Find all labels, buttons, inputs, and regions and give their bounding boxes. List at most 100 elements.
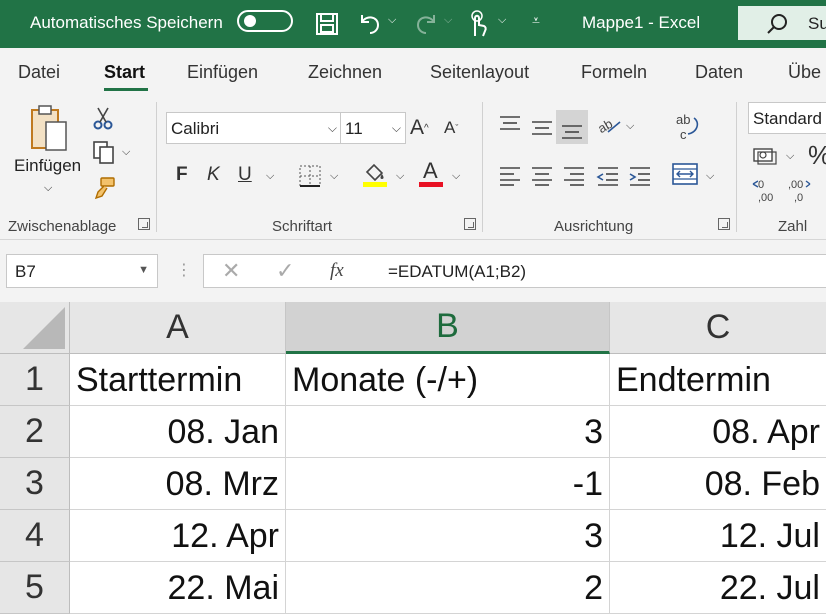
wrap-text-icon[interactable]: abc <box>674 112 700 142</box>
underline-dropdown-icon[interactable]: ⌵ <box>266 170 274 183</box>
orientation-icon[interactable]: ab <box>596 114 622 136</box>
paste-dropdown-icon: ⌵ <box>44 182 53 194</box>
grow-font-icon[interactable]: A ^ <box>410 116 429 140</box>
cell-a1[interactable]: Starttermin <box>70 354 286 406</box>
accounting-dropdown-icon[interactable]: ⌵ <box>786 150 794 163</box>
document-title: Mappe1 - Excel <box>582 13 701 32</box>
cell-a3[interactable]: 08. Mrz <box>70 458 286 510</box>
svg-text:ab: ab <box>596 116 615 136</box>
search-box[interactable]: Su <box>738 6 826 40</box>
tab-zeichnen[interactable]: Zeichnen <box>308 62 382 83</box>
svg-text:ab: ab <box>676 112 690 127</box>
undo-dropdown-icon[interactable]: ⌵ <box>388 14 396 27</box>
increase-decimal-icon[interactable]: 0,00 <box>752 178 778 204</box>
merge-dropdown-icon[interactable]: ⌵ <box>706 170 714 183</box>
tab-ueberpruefen[interactable]: Übe <box>788 62 821 83</box>
format-painter-icon[interactable] <box>92 176 116 200</box>
fill-color-button[interactable] <box>362 162 388 190</box>
align-left-icon[interactable] <box>498 166 522 186</box>
underline-button[interactable]: U <box>238 164 252 186</box>
autosave-toggle[interactable] <box>237 10 293 32</box>
number-format-dropdown[interactable]: Standard <box>748 102 826 134</box>
cancel-icon: ✕ <box>222 258 241 283</box>
tab-start[interactable]: Start <box>104 62 145 83</box>
column-header-a[interactable]: A <box>70 302 286 354</box>
tab-formeln[interactable]: Formeln <box>581 62 647 83</box>
font-name-dropdown[interactable]: Calibri ⌵ <box>166 112 342 144</box>
font-color-button[interactable]: A <box>418 158 444 190</box>
worksheet-grid[interactable]: A B C 1 Starttermin Monate (-/+) Endterm… <box>0 302 826 614</box>
italic-button[interactable]: K <box>207 164 220 186</box>
row-header[interactable]: 5 <box>0 562 70 614</box>
decrease-indent-icon[interactable] <box>596 166 620 186</box>
cell-c1[interactable]: Endtermin <box>610 354 826 406</box>
align-middle-icon[interactable] <box>530 118 554 138</box>
select-all-button[interactable] <box>0 302 70 354</box>
cell-c3[interactable]: 08. Feb <box>610 458 826 510</box>
accounting-format-icon[interactable] <box>752 146 778 166</box>
chevron-down-icon: ⌵ <box>391 121 401 135</box>
align-right-icon[interactable] <box>562 166 586 186</box>
cell-a5[interactable]: 22. Mai <box>70 562 286 614</box>
cell-a4[interactable]: 12. Apr <box>70 510 286 562</box>
font-dialog-launcher[interactable] <box>464 218 476 230</box>
merge-center-icon[interactable] <box>672 162 698 186</box>
cut-icon[interactable] <box>92 106 114 130</box>
column-header-b[interactable]: B <box>286 302 610 354</box>
copy-dropdown-icon[interactable]: ⌵ <box>122 146 130 159</box>
font-size-dropdown[interactable]: 11 ⌵ <box>340 112 406 144</box>
alignment-dialog-launcher[interactable] <box>718 218 730 230</box>
percent-style-button[interactable]: % <box>808 140 826 171</box>
ribbon-tabs: Datei Start Einfügen Zeichnen Seitenlayo… <box>0 48 826 96</box>
tab-einfuegen[interactable]: Einfügen <box>187 62 258 83</box>
copy-icon[interactable] <box>92 140 116 164</box>
touch-dropdown-icon[interactable]: ⌵ <box>498 14 506 27</box>
borders-icon[interactable] <box>298 164 322 188</box>
formula-bar: B7 ▼ ⋮ ✕ ✓ fx =EDATUM(A1;B2) <box>0 240 826 302</box>
svg-text:,0: ,0 <box>794 192 803 204</box>
row-header[interactable]: 3 <box>0 458 70 510</box>
decrease-decimal-icon[interactable]: ,00,0 <box>786 178 812 204</box>
tab-seitenlayout[interactable]: Seitenlayout <box>430 62 529 83</box>
font-color-dropdown-icon[interactable]: ⌵ <box>452 170 460 183</box>
customize-qat-icon[interactable]: ⩡ <box>532 12 540 29</box>
insert-function-icon[interactable]: fx <box>330 260 344 282</box>
cell-b3[interactable]: -1 <box>286 458 610 510</box>
cell-c5[interactable]: 22. Jul <box>610 562 826 614</box>
clipboard-group-label: Zwischenablage <box>8 218 117 235</box>
column-header-c[interactable]: C <box>610 302 826 354</box>
formula-input[interactable]: =EDATUM(A1;B2) <box>372 254 826 288</box>
cell-b4[interactable]: 3 <box>286 510 610 562</box>
formula-buttons: ✕ ✓ fx <box>203 254 373 288</box>
row-header[interactable]: 4 <box>0 510 70 562</box>
name-box[interactable]: B7 ▼ <box>6 254 158 288</box>
cell-c4[interactable]: 12. Jul <box>610 510 826 562</box>
cell-b1[interactable]: Monate (-/+) <box>286 354 610 406</box>
autosave-label: Automatisches Speichern <box>30 13 223 32</box>
undo-icon[interactable] <box>356 11 384 37</box>
shrink-font-icon[interactable]: Aˇ <box>444 118 458 138</box>
increase-indent-icon[interactable] <box>628 166 652 186</box>
tab-daten[interactable]: Daten <box>695 62 743 83</box>
tab-datei[interactable]: Datei <box>18 62 60 83</box>
cell-a2[interactable]: 08. Jan <box>70 406 286 458</box>
borders-dropdown-icon[interactable]: ⌵ <box>330 170 338 183</box>
chevron-down-icon: ▼ <box>138 264 149 276</box>
formula-bar-resize-handle[interactable]: ⋮ <box>176 260 192 280</box>
paste-icon <box>31 105 67 151</box>
cell-b5[interactable]: 2 <box>286 562 610 614</box>
touch-mode-icon[interactable] <box>467 10 489 38</box>
align-bottom-button[interactable] <box>556 110 588 144</box>
cell-c2[interactable]: 08. Apr <box>610 406 826 458</box>
cell-b2[interactable]: 3 <box>286 406 610 458</box>
orientation-dropdown-icon[interactable]: ⌵ <box>626 120 634 133</box>
save-icon[interactable] <box>315 12 339 36</box>
clipboard-dialog-launcher[interactable] <box>138 218 150 230</box>
paste-button[interactable]: Einfügen ⌵ <box>10 104 86 208</box>
row-header[interactable]: 1 <box>0 354 70 406</box>
fill-color-dropdown-icon[interactable]: ⌵ <box>396 170 404 183</box>
bold-button[interactable]: F <box>176 164 188 186</box>
row-header[interactable]: 2 <box>0 406 70 458</box>
align-top-icon[interactable] <box>498 114 522 134</box>
align-center-icon[interactable] <box>530 166 554 186</box>
